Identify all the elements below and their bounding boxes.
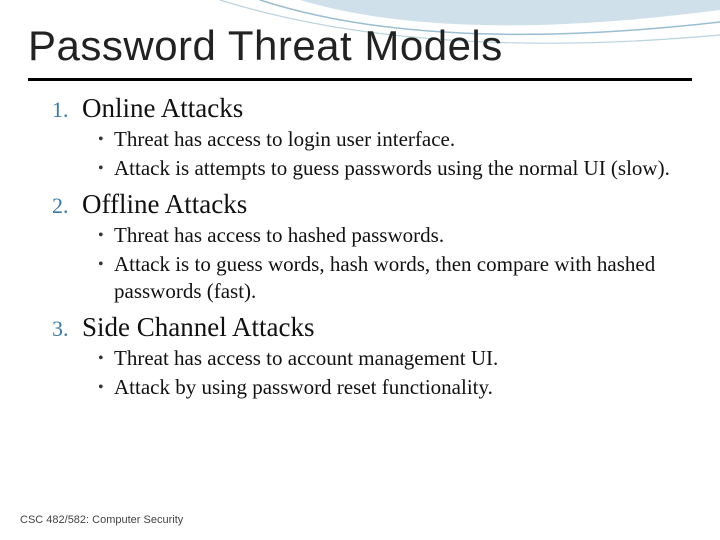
content-list: 1. Online Attacks • Threat has access to… xyxy=(28,93,692,402)
sub-list: • Threat has access to account managemen… xyxy=(98,345,692,402)
item-heading: Online Attacks xyxy=(82,93,243,124)
item-number: 3. xyxy=(52,316,82,342)
bullet-icon: • xyxy=(98,345,114,373)
bullet-icon: • xyxy=(98,126,114,154)
bullet-item: • Attack is attempts to guess passwords … xyxy=(98,155,692,183)
bullet-text: Threat has access to hashed passwords. xyxy=(114,222,444,249)
list-item-2: 2. Offline Attacks xyxy=(52,189,692,220)
bullet-icon: • xyxy=(98,374,114,402)
bullet-item: • Threat has access to login user interf… xyxy=(98,126,692,154)
sub-list: • Threat has access to hashed passwords.… xyxy=(98,222,692,306)
slide-title: Password Threat Models xyxy=(28,22,692,81)
footer-text: CSC 482/582: Computer Security xyxy=(20,514,183,526)
bullet-text: Threat has access to account management … xyxy=(114,345,498,372)
bullet-item: • Attack by using password reset functio… xyxy=(98,374,692,402)
bullet-item: • Threat has access to account managemen… xyxy=(98,345,692,373)
item-number: 2. xyxy=(52,193,82,219)
bullet-text: Attack is to guess words, hash words, th… xyxy=(114,251,692,306)
bullet-item: • Attack is to guess words, hash words, … xyxy=(98,251,692,306)
list-item-1: 1. Online Attacks xyxy=(52,93,692,124)
bullet-icon: • xyxy=(98,251,114,279)
slide: Password Threat Models 1. Online Attacks… xyxy=(0,0,720,540)
item-heading: Offline Attacks xyxy=(82,189,247,220)
bullet-icon: • xyxy=(98,222,114,250)
sub-list: • Threat has access to login user interf… xyxy=(98,126,692,183)
item-number: 1. xyxy=(52,97,82,123)
bullet-icon: • xyxy=(98,155,114,183)
bullet-text: Threat has access to login user interfac… xyxy=(114,126,455,153)
list-item-3: 3. Side Channel Attacks xyxy=(52,312,692,343)
bullet-text: Attack is attempts to guess passwords us… xyxy=(114,155,670,182)
bullet-text: Attack by using password reset functiona… xyxy=(114,374,493,401)
item-heading: Side Channel Attacks xyxy=(82,312,314,343)
bullet-item: • Threat has access to hashed passwords. xyxy=(98,222,692,250)
